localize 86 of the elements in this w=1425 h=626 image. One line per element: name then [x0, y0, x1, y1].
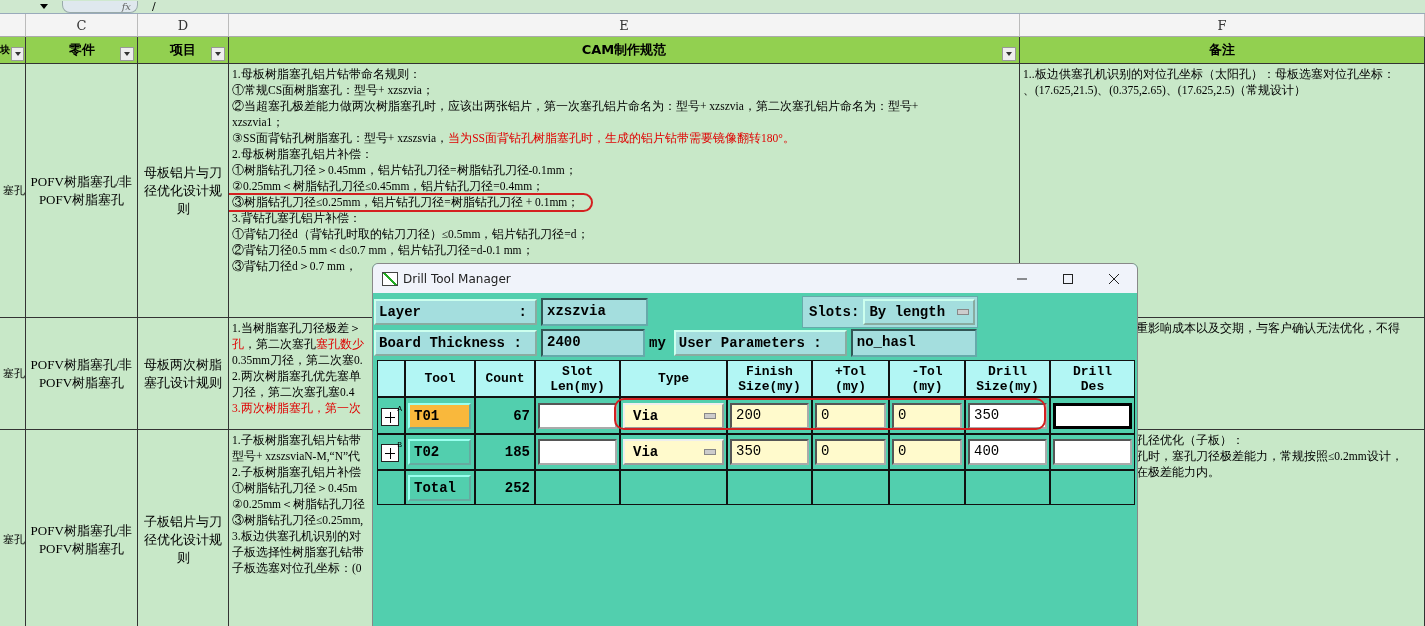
column-header[interactable]: D	[138, 14, 229, 37]
window-title: Drill Tool Manager	[403, 271, 511, 286]
cell-text-line: 型号+ xzszsviaN-M,“N”代	[232, 449, 361, 464]
table-cell: 塞孔	[0, 318, 26, 430]
table-cell: 252	[476, 471, 534, 504]
cell-text-line: 2.母板树脂塞孔铝片补偿：	[232, 147, 373, 162]
header-label: 备注	[1209, 41, 1235, 59]
table-cell: POFV树脂塞孔/非POFV树脂塞孔	[26, 318, 138, 430]
board-thickness-button[interactable]: Board Thickness :	[374, 329, 537, 356]
minus-tolerance-field[interactable]: 0	[892, 402, 962, 429]
column-header: Type	[621, 361, 726, 396]
drill-size-field[interactable]: 350	[968, 402, 1047, 429]
user-parameters-field[interactable]: no_hasl	[850, 328, 977, 357]
drill-size-field[interactable]: 400	[968, 439, 1047, 465]
unit-label: my	[649, 334, 666, 351]
cell-text-line: 1.子板树脂塞孔铝片钻带	[232, 433, 361, 448]
column-header: Count	[476, 361, 534, 396]
column-header[interactable]: C	[26, 14, 138, 37]
cell-text-line: ①常规CS面树脂塞孔：型号+ xzszvia；	[232, 83, 434, 98]
column-header: Drill Size(my)	[966, 361, 1049, 396]
cell-text-line: xzszvia1；	[232, 115, 285, 130]
header-label: CAM制作规范	[581, 41, 667, 59]
slots-dropdown[interactable]: By length	[863, 298, 976, 325]
plus-tolerance-field[interactable]: 0	[815, 439, 886, 465]
column-header[interactable]: F	[1020, 14, 1425, 37]
cell-text-line: 1..板边供塞孔机识别的对位孔坐标（太阳孔）：母板选塞对位孔坐标：	[1023, 67, 1395, 82]
cell-text-line: 、(17.625,21.5)、(0.375,2.65)、(17.625,2.5)（常规设计）	[1023, 83, 1307, 98]
table-cell: 185	[476, 435, 534, 469]
column-header: Drill Des	[1051, 361, 1134, 396]
finish-size-field[interactable]: 350	[730, 439, 809, 465]
type-dropdown[interactable]: Via	[623, 439, 724, 465]
cell-text-line: ③SS面背钻孔树脂塞孔：型号+ xzszsvia，当为SS面背钻孔树脂塞孔时，生成的铝片钻带需要镜像翻转180°。	[232, 131, 795, 146]
table-cell: 母板铝片与刀径优化设计规则	[138, 64, 229, 318]
cell-text-line: ①树脂钻孔刀径＞0.45m	[232, 481, 358, 496]
cell-text-line: 3.板边供塞孔机识别的对	[232, 529, 361, 544]
cell-text-line: 2.子板树脂塞孔铝片补偿	[232, 465, 361, 480]
cell-text-line: 孔，第二次塞孔塞孔数少	[232, 337, 364, 352]
type-dropdown[interactable]: Via	[623, 402, 724, 429]
table-cell: 塞孔	[0, 64, 26, 318]
plus-tolerance-field[interactable]: 0	[815, 402, 886, 429]
cell-text-line: 刀径，第二次塞孔塞0.4	[232, 385, 355, 400]
layer-button[interactable]: Layer :	[374, 298, 537, 325]
tool-button[interactable]: T01	[408, 402, 471, 429]
table-cell: 塞孔	[0, 430, 26, 626]
column-header: Finish Size(my)	[728, 361, 811, 396]
user-parameters-button[interactable]: User Parameters :	[673, 329, 847, 356]
cell-text-line: ②背钻刀径0.5 mm＜d≤0.7 mm，铝片钻孔刀径=d-0.1 mm；	[232, 243, 534, 258]
header-label: 块	[0, 43, 10, 57]
table-cell: POFV树脂塞孔/非POFV树脂塞孔	[26, 64, 138, 318]
table-cell: 67	[476, 398, 534, 433]
cell-text-line: 子板选塞对位孔坐标：(0	[232, 561, 362, 576]
cell-text-line: 子板选择性树脂塞孔钻带	[232, 545, 364, 560]
column-header: -Tol (my)	[890, 361, 964, 396]
cell-text-line: 0.35mm刀径，第二次塞0.	[232, 353, 363, 368]
cell-text-line: ①树脂钻孔刀径＞0.45mm，铝片钻孔刀径=树脂钻孔刀径-0.1mm；	[232, 163, 577, 178]
formula-field[interactable]: /	[152, 1, 156, 13]
header-label: 项目	[170, 41, 196, 59]
board-thickness-field[interactable]: 2400	[541, 328, 645, 357]
column-header: Tool	[406, 361, 474, 396]
minus-tolerance-field[interactable]: 0	[892, 439, 962, 465]
finish-size-field[interactable]: 200	[730, 402, 809, 429]
tool-button[interactable]: T02	[408, 439, 471, 465]
table-cell: 母板两次树脂塞孔设计规则	[138, 318, 229, 430]
cell-text-line: 3.两次树脂塞孔，第一次	[232, 401, 361, 416]
column-header[interactable]: E	[229, 14, 1020, 37]
cell-text-line: ②当超塞孔极差能力做两次树脂塞孔时，应该出两张铝片，第一次塞孔铝片命名为：型号+ xzszvia，第二次塞孔铝片命名为：型号+	[232, 99, 919, 114]
cell-text-line: 3.背钻孔塞孔铝片补偿：	[232, 211, 361, 226]
cell-text-line: 1.当树脂塞孔刀径极差＞	[232, 321, 361, 336]
cell-text-line: ①背钻刀径d（背钻孔时取的钻刀刀径）≤0.5mm，铝片钻孔刀径=d；	[232, 227, 589, 242]
header-label: 零件	[68, 41, 95, 59]
cell-text-line: ③背钻刀径d＞0.7 mm，	[232, 259, 357, 274]
cell-text-line: ③树脂钻孔刀径≤0.25mm，铝片钻孔刀径=树脂钻孔刀径 + 0.1mm；	[232, 194, 580, 210]
insert-function-button[interactable]: fx	[62, 1, 138, 13]
expand-button[interactable]: A	[380, 404, 402, 427]
cell-text-line: ③树脂钻孔刀径≤0.25mm,	[232, 513, 364, 528]
layer-field[interactable]: xzszvia	[541, 297, 648, 326]
cell-text-line: 在极差能力内。	[1136, 465, 1220, 480]
total-button[interactable]: Total	[408, 474, 471, 501]
cell-text-line: ②0.25mm＜树脂钻孔刀径	[232, 497, 365, 512]
cell-text-line: 2.两次树脂塞孔优先塞单	[232, 369, 361, 384]
cell-text-line: 1.母板树脂塞孔铝片钻带命名规则：	[232, 67, 421, 82]
slots-label: Slots:	[809, 303, 860, 320]
column-header: +Tol (my)	[813, 361, 888, 396]
expand-button[interactable]: B	[380, 441, 402, 463]
cell-text-line: ②0.25mm＜树脂钻孔刀径≤0.45mm，铝片钻孔刀径=0.4mm；	[232, 179, 545, 194]
column-header: Slot Len(my)	[536, 361, 619, 396]
